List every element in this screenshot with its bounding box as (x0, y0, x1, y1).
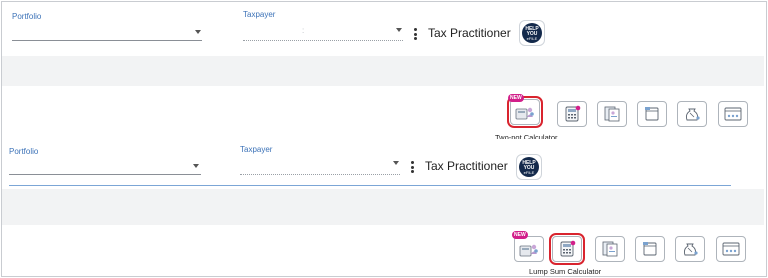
taxpayer-select[interactable] (240, 174, 400, 175)
portfolio-label: Portfolio (9, 147, 39, 156)
notes-icon (645, 107, 659, 121)
chevron-down-icon[interactable] (393, 161, 399, 165)
tax-practitioner-label: Tax Practitioner (428, 26, 511, 40)
two-pot-calculator-button[interactable]: NEW (507, 94, 543, 128)
chevron-down-icon[interactable] (195, 30, 201, 34)
content-band (2, 189, 764, 225)
calculator-icon (560, 240, 576, 257)
selector-row: Portfolio Taxpayer Tax Practitioner HELP… (2, 139, 764, 195)
lump-sum-calculator-button[interactable] (557, 101, 587, 127)
portfolio-select[interactable] (12, 40, 202, 41)
lump-sum-calculator-button[interactable] (549, 233, 585, 265)
notes-button[interactable] (637, 101, 667, 127)
content-band (2, 56, 764, 86)
taxpayer-label: Taxpayer (243, 10, 276, 19)
more-options-icon[interactable] (414, 28, 417, 42)
tool-row: NEW (2, 227, 764, 276)
browser-button[interactable] (718, 101, 748, 127)
notes-icon (643, 242, 657, 256)
two-pot-calculator-button[interactable]: NEW (512, 231, 544, 262)
documents-button[interactable] (597, 101, 627, 127)
tool-caption: Lump Sum Calculator (529, 267, 602, 276)
help-you-efile-badge[interactable]: HELP YOU eFILE (519, 20, 545, 46)
documents-icon (602, 241, 618, 257)
money-bag-button[interactable] (675, 236, 705, 262)
calculator-icon (565, 105, 581, 122)
taxpayer-label: Taxpayer (240, 145, 273, 154)
documents-icon (604, 106, 620, 122)
svg-text:eFILE: eFILE (524, 170, 535, 175)
help-you-efile-icon: HELP YOU eFILE (519, 157, 539, 177)
tool-row: NEW (2, 88, 764, 142)
more-options-icon[interactable] (411, 161, 414, 175)
taxpayer-separator: : (302, 26, 305, 35)
money-bag-icon (683, 243, 698, 256)
new-badge: NEW (512, 231, 528, 239)
tax-practitioner-label: Tax Practitioner (425, 159, 508, 173)
taxpayer-select[interactable] (243, 40, 403, 41)
chevron-down-icon[interactable] (396, 28, 402, 32)
header-divider (9, 185, 731, 186)
calculator-people-icon (519, 244, 538, 257)
portfolio-label: Portfolio (12, 12, 42, 21)
help-you-efile-icon: HELP YOU eFILE (522, 23, 542, 43)
panel-lump-sum: Portfolio Taxpayer Tax Practitioner HELP… (2, 139, 764, 276)
documents-button[interactable] (595, 236, 625, 262)
svg-text:eFILE: eFILE (527, 36, 538, 41)
money-bag-button[interactable] (677, 101, 707, 127)
browser-button[interactable] (716, 236, 746, 262)
chevron-down-icon[interactable] (193, 164, 199, 168)
selector-row: Portfolio Taxpayer : Tax Practitioner HE… (2, 2, 764, 79)
money-bag-icon (685, 108, 700, 121)
help-you-efile-badge[interactable]: HELP YOU eFILE (516, 154, 542, 180)
new-badge: NEW (508, 94, 524, 102)
panel-two-pot: Portfolio Taxpayer : Tax Practitioner HE… (2, 2, 764, 142)
browser-icon (724, 107, 742, 121)
calculator-people-icon (515, 107, 534, 120)
browser-icon (722, 242, 740, 256)
notes-button[interactable] (635, 236, 665, 262)
portfolio-select[interactable] (9, 174, 201, 175)
